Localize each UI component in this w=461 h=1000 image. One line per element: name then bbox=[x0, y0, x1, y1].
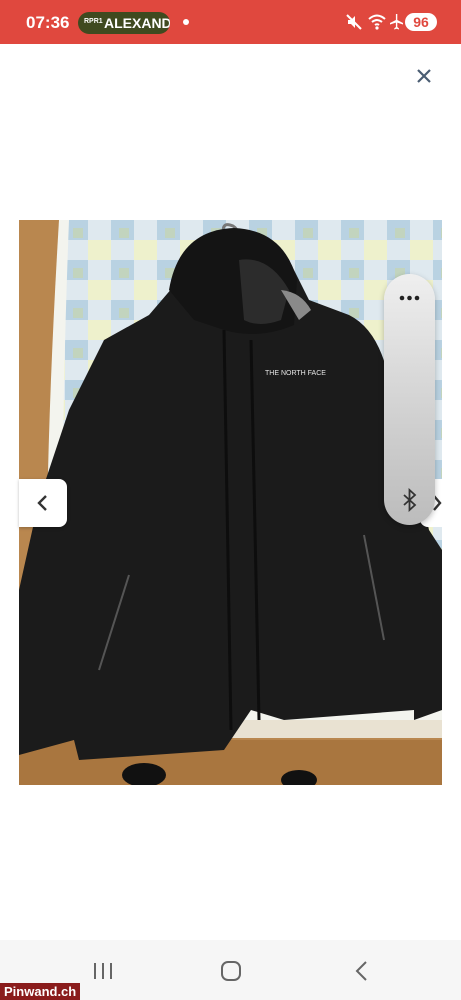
jacket-logo: THE NORTH FACE bbox=[265, 370, 326, 377]
previous-image-button[interactable] bbox=[19, 479, 67, 527]
home-icon bbox=[221, 961, 241, 981]
back-button[interactable] bbox=[346, 958, 376, 984]
jacket-image: THE NORTH FACE bbox=[19, 220, 442, 785]
watermark: Pinwand.ch bbox=[0, 983, 81, 1000]
close-button[interactable] bbox=[412, 64, 436, 88]
home-button[interactable] bbox=[216, 958, 246, 984]
bluetooth-button[interactable] bbox=[384, 487, 435, 513]
battery-indicator: 96 bbox=[405, 13, 437, 31]
bluetooth-icon bbox=[403, 487, 417, 513]
wifi-icon bbox=[368, 14, 386, 30]
back-icon bbox=[355, 961, 367, 981]
close-icon bbox=[417, 69, 431, 83]
notification-text: ALEXANDER bbox=[104, 15, 170, 31]
product-photo: THE NORTH FACE bbox=[19, 220, 442, 785]
status-bar: 07:36 RPR1 ALEXANDER 96 bbox=[0, 0, 461, 44]
recents-icon bbox=[94, 963, 112, 979]
notification-pill[interactable]: RPR1 ALEXANDER bbox=[78, 12, 170, 34]
panel-menu-button[interactable] bbox=[384, 286, 435, 310]
status-time: 07:36 bbox=[26, 13, 70, 32]
chevron-left-icon bbox=[37, 495, 47, 511]
airplane-icon bbox=[390, 14, 403, 30]
mute-icon bbox=[346, 14, 362, 30]
floating-side-panel[interactable] bbox=[384, 274, 435, 525]
more-dots-icon bbox=[399, 295, 420, 301]
notification-app-icon: RPR1 bbox=[84, 18, 103, 25]
recents-button[interactable] bbox=[88, 958, 118, 984]
notification-dot-icon bbox=[183, 19, 189, 25]
